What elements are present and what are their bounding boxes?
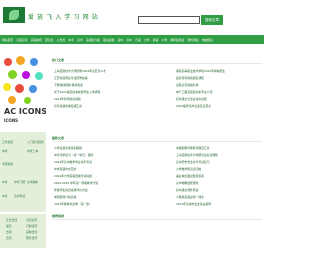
article-link[interactable]: 高中历史学业水平考试复习 [176, 160, 262, 164]
article-link[interactable]: 小学数学知识点归纳 [176, 167, 262, 171]
banner-subtitle: ICONS [4, 118, 19, 123]
search-input[interactable] [138, 16, 200, 24]
hot-articles-title: 热门文章 [52, 58, 262, 64]
colored-circle-icon [35, 72, 43, 80]
colored-circle-icon [30, 58, 38, 66]
sidebar-link[interactable]: 高中期中 [27, 180, 38, 184]
nav-item[interactable]: 小学 [162, 38, 168, 42]
nav-item[interactable]: 中考 [68, 38, 74, 42]
article-link[interactable]: 中级职称评审答辩题目汇总 [176, 146, 262, 150]
article-link[interactable]: 关于2024届专接本校区学生入学通知 [54, 90, 154, 94]
site-header: 爱 放 飞 入 学 习 网 站 搜索文章 [0, 0, 264, 33]
banner-title: AC ICONS [4, 107, 46, 116]
nav-item[interactable]: 大学 [144, 38, 150, 42]
sidebar-link[interactable]: 考研资料 [2, 162, 13, 166]
colored-circle-icon [3, 83, 11, 91]
article-link[interactable]: 电气工程及其自动化专业介绍 [176, 90, 262, 94]
nav-item[interactable]: 软件测试 [188, 38, 199, 42]
article-link[interactable]: 高中物理选修课件 [176, 181, 262, 185]
nav-item[interactable]: 初中 [118, 38, 124, 42]
sidebar-link[interactable]: 工作总结 [2, 140, 13, 144]
article-link[interactable]: 2024年高中数学学业水平考试 [54, 160, 154, 164]
sidebar-contract-panel: 正式合同 合同合同 发票 订制合同 合同 采购合同 合同 劳务合同 [0, 214, 46, 248]
article-link[interactable]: 高考英语各类短语汇总 [54, 104, 154, 108]
colored-circle-icon [15, 84, 24, 93]
sidebar-link[interactable]: 高中考试 [14, 194, 25, 198]
article-link[interactable]: 上海应用技术大学研究生复试通知 [176, 153, 262, 157]
nav-item[interactable]: 公务员 [57, 38, 65, 42]
sidebar-link[interactable]: 合同 [6, 236, 12, 240]
sidebar-link[interactable]: 中考二本 [27, 149, 38, 153]
article-link[interactable]: 2024年新年的演讲稿 [54, 97, 154, 101]
article-link[interactable]: 湖南高等职业技术学院2024年单独招生 [176, 69, 262, 73]
article-link[interactable]: 小学生语文阅读训练题 [54, 146, 154, 150]
sidebar-link[interactable]: 发票 [6, 224, 12, 228]
nav-item[interactable]: 职业资格 [103, 38, 114, 42]
article-link[interactable]: 初中语文课外阅读 [176, 188, 262, 192]
colored-circle-icon [16, 56, 25, 65]
article-link[interactable]: 下册快捷刷题-教材答案 [54, 83, 154, 87]
article-link[interactable]: 人教版英语必修一课文 [176, 195, 262, 199]
nav-item[interactable]: 日语 [135, 38, 141, 42]
article-link[interactable]: 2024年高校毕业生就业指导 [176, 202, 262, 206]
sidebar-link[interactable]: 中考 [2, 194, 8, 198]
nav-item[interactable]: 韩语 [153, 38, 159, 42]
search-button[interactable]: 搜索文章 [201, 15, 223, 25]
article-link[interactable]: 学期安排计划表格 [54, 195, 154, 199]
nav-item[interactable]: 高中 [126, 38, 132, 42]
colored-circle-icon [24, 97, 31, 104]
nav-item[interactable]: 英语四六级 [86, 38, 100, 42]
article-link[interactable]: 江苏省选调生考试招聘启事 [54, 76, 154, 80]
sidebar-link[interactable]: 入门实习报告 [27, 140, 44, 144]
sidebar-category-panel: 工作总结 入门实习报告 中考 中考二本 考研资料 中考 中考下册 高中期中 中考… [0, 132, 46, 212]
sidebar-link[interactable]: 采购合同 [26, 230, 37, 234]
nav-item[interactable]: 网站首页 [2, 38, 13, 42]
colored-circle-icon [22, 71, 30, 79]
sidebar-link[interactable]: 合同合同 [26, 218, 37, 222]
sidebar-link[interactable]: 正式合同 [6, 218, 17, 222]
colored-circle-icon [4, 58, 12, 66]
sidebar-link[interactable]: 中考 [2, 149, 8, 153]
colored-circle-icon [29, 85, 37, 93]
article-link[interactable]: 年级学生综合素质评价方案 [54, 188, 154, 192]
sidebar-link[interactable]: 合同 [6, 230, 12, 234]
recommend-title: 推荐阅读 [52, 214, 262, 220]
article-link[interactable]: 事业单位面试题及答案 [176, 174, 262, 178]
article-link[interactable]: 2024-2025 学年第一学期教学计划 [54, 181, 154, 185]
icons-banner[interactable]: AC ICONS ICONS [0, 50, 46, 130]
article-link[interactable]: 中考化学复习（第一单元）课件 [54, 153, 154, 157]
nav-item[interactable]: 教师资格证 [170, 38, 184, 42]
nav-item[interactable]: 研究生 [45, 38, 53, 42]
article-link[interactable]: 中学英语作文范文 [54, 167, 154, 171]
sidebar-link[interactable]: 订制合同 [26, 224, 37, 228]
main-nav: 网站首页 高职高专 高职单招 研究生 公务员 中考 高考 英语四六级 职业资格 … [0, 35, 264, 44]
nav-item[interactable]: 高考 [77, 38, 83, 42]
article-link[interactable]: 2024届学生毕业鉴定表范文 [176, 104, 262, 108]
nav-item[interactable]: 高职高专 [16, 38, 27, 42]
logo-icon[interactable] [3, 7, 25, 23]
nav-item[interactable]: 电脑知识 [202, 38, 213, 42]
article-link[interactable]: 初中语文全部古诗文总结 [176, 97, 262, 101]
sidebar-link[interactable]: 劳务合同 [26, 236, 37, 240]
site-logo-text[interactable]: 爱 放 飞 入 学 习 网 站 [28, 12, 98, 21]
sidebar-link[interactable]: 中考下册 [14, 180, 25, 184]
colored-circle-icon [8, 70, 17, 79]
article-link[interactable]: 最新专科院校报名通知 [176, 76, 262, 80]
article-link[interactable]: 高职高专院校名单 [176, 83, 262, 87]
article-link[interactable]: 上海应用技术大学招聘2024年高层次人才 [54, 69, 154, 73]
latest-articles-title: 最新文章 [52, 136, 262, 142]
nav-item[interactable]: 高职单招 [31, 38, 42, 42]
colored-circle-icon [8, 96, 16, 104]
sidebar-link[interactable]: 中考 [2, 180, 8, 184]
article-link[interactable]: 2024年大学英语四级考试真题 [54, 174, 154, 178]
article-link[interactable]: 2024年期末考试卷（第一套） [54, 202, 154, 206]
